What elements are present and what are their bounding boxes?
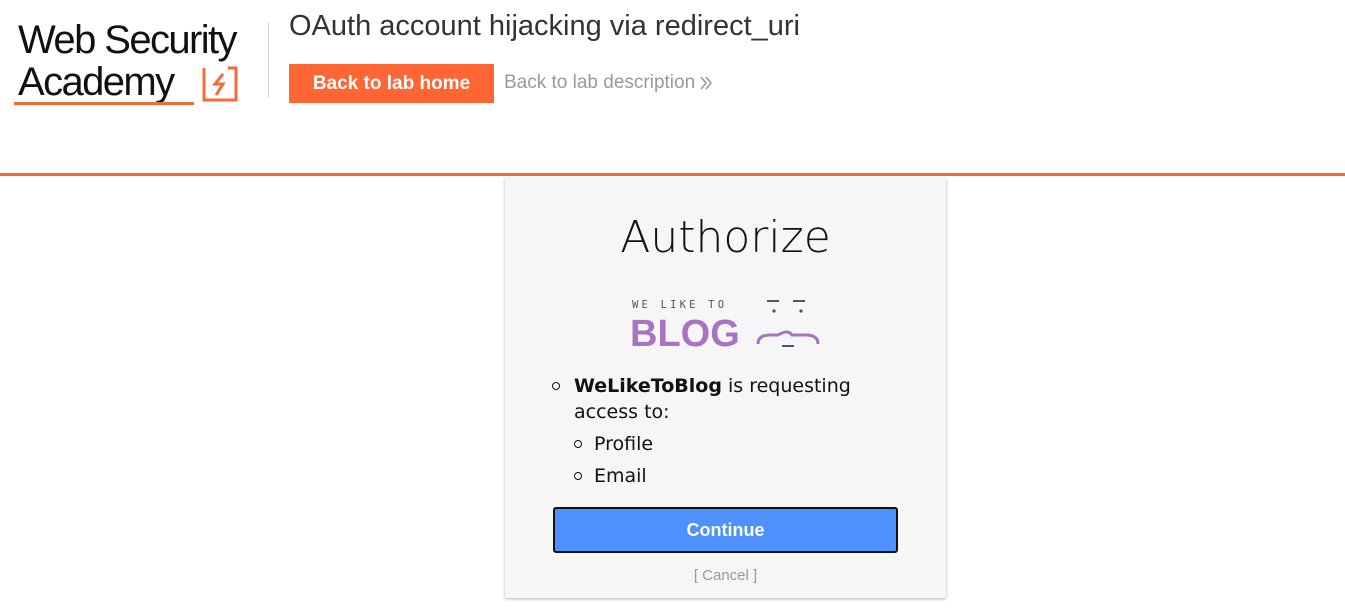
blog-logo-big-text: BLOG (630, 313, 740, 351)
continue-button[interactable]: Continue (553, 507, 898, 553)
logo-text-line2: Academy (18, 60, 175, 104)
cancel-link[interactable]: [ Cancel ] (553, 567, 898, 584)
scope-label: Email (594, 465, 647, 487)
blog-logo-small-text: WE LIKE TO (632, 299, 727, 311)
circle-bullet-icon (552, 382, 560, 390)
we-like-to-blog-logo: WE LIKE TO BLOG (630, 299, 820, 351)
list-item: WeLikeToBlog is requesting access to: Pr… (552, 373, 892, 489)
logo-bolt-icon (202, 66, 238, 102)
scope-label: Profile (594, 433, 654, 455)
logo-text-line1: Web Security (18, 18, 238, 62)
circle-bullet-icon (574, 472, 582, 480)
double-chevron-right-icon (700, 76, 713, 90)
circle-bullet-icon (574, 440, 582, 448)
requested-access-list: WeLikeToBlog is requesting access to: Pr… (552, 373, 892, 489)
logo-underline (14, 102, 194, 105)
scope-item-profile: Profile (574, 431, 892, 457)
header-accent-rule (0, 173, 1345, 176)
lab-title: OAuth account hijacking via redirect_uri (289, 10, 800, 42)
lab-header: Web Security Academy OAuth account hijac… (0, 0, 1345, 173)
web-security-academy-logo[interactable]: Web Security Academy (14, 18, 270, 110)
header-divider (268, 22, 269, 98)
back-to-lab-description-link[interactable]: Back to lab description (504, 72, 713, 94)
client-app-name: WeLikeToBlog (574, 375, 722, 397)
authorize-title: Authorize (620, 212, 831, 263)
back-to-lab-description-label: Back to lab description (504, 72, 696, 93)
scope-item-email: Email (574, 463, 892, 489)
back-to-lab-home-button[interactable]: Back to lab home (289, 64, 494, 103)
